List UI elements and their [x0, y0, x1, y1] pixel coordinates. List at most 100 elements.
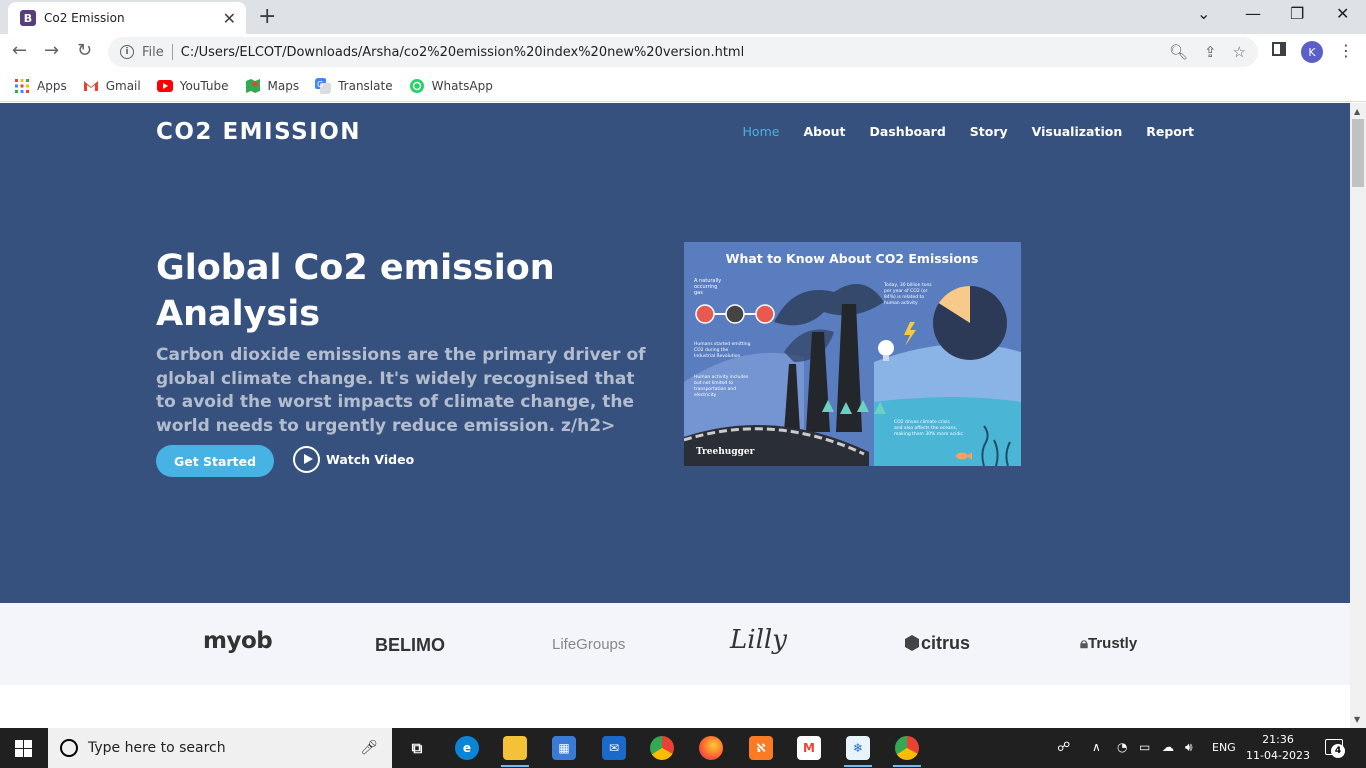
- minimize-icon[interactable]: —: [1245, 4, 1261, 23]
- chrome-icon[interactable]: [650, 736, 674, 760]
- url-scheme: File: [142, 44, 164, 60]
- microsoft-store-icon[interactable]: ▦: [552, 736, 576, 760]
- whatsapp-icon: [409, 78, 424, 93]
- edge-icon[interactable]: e: [455, 736, 479, 760]
- taskbar-clock[interactable]: 21:36 11-04-2023: [1246, 732, 1310, 764]
- nav-link-story[interactable]: Story: [970, 124, 1008, 139]
- tab-title: Co2 Emission: [44, 11, 125, 25]
- new-tab-icon[interactable]: +: [258, 4, 276, 29]
- wifi-icon[interactable]: ◔: [1117, 740, 1127, 754]
- tab-close-icon[interactable]: ✕: [223, 9, 236, 28]
- restore-icon[interactable]: ❐: [1290, 4, 1304, 23]
- bookmark-label: Gmail: [105, 78, 141, 93]
- bookmark-star-icon[interactable]: ☆: [1233, 43, 1246, 61]
- share-icon[interactable]: ⇪: [1204, 43, 1217, 61]
- client-logo-trustly-label: Trustly: [1087, 635, 1138, 652]
- watch-video-label: Watch Video: [326, 452, 415, 467]
- gmail-app-icon[interactable]: M: [797, 736, 821, 760]
- tab-search-chevron-icon[interactable]: ⌄: [1197, 4, 1210, 23]
- client-logo-belimo[interactable]: BELIMO: [375, 635, 445, 656]
- translate-icon: G: [315, 77, 332, 94]
- notification-count-badge: 4: [1331, 744, 1345, 758]
- client-logo-citrus-label: citrus: [921, 633, 971, 653]
- bookmark-whatsapp[interactable]: WhatsApp: [409, 78, 493, 94]
- maps-icon: [245, 78, 260, 93]
- scrollbar-thumb[interactable]: [1352, 119, 1364, 187]
- task-view-icon[interactable]: ⧉: [405, 736, 429, 760]
- bookmark-maps[interactable]: Maps: [245, 78, 299, 94]
- reload-icon[interactable]: ↻: [77, 40, 92, 61]
- url-text[interactable]: C:/Users/ELCOT/Downloads/Arsha/co2%20emi…: [181, 45, 1153, 60]
- bookmark-translate[interactable]: G Translate: [315, 77, 393, 94]
- side-panel-icon[interactable]: [1272, 42, 1286, 56]
- apps-grid-icon: [15, 78, 29, 93]
- browser-tab-bar: B Co2 Emission ✕ + ⌄ — ❐ ✕: [0, 0, 1366, 34]
- site-logo[interactable]: CO2 EMISSION: [156, 119, 361, 145]
- mail-icon[interactable]: ✉: [602, 736, 626, 760]
- file-explorer-active-indicator: [501, 765, 529, 767]
- lock-icon: 🔒︎: [1080, 635, 1088, 652]
- back-icon[interactable]: ←: [12, 40, 27, 61]
- nav-link-home[interactable]: Home: [743, 124, 780, 139]
- client-logo-lilly[interactable]: Lilly: [730, 625, 787, 655]
- bootstrap-favicon-icon: B: [20, 10, 36, 26]
- scroll-down-arrow-icon[interactable]: ▼: [1354, 715, 1360, 724]
- search-placeholder: Type here to search: [88, 740, 226, 756]
- hero-subtitle: Carbon dioxide emissions are the primary…: [156, 345, 646, 436]
- nav-link-about[interactable]: About: [803, 124, 845, 139]
- bookmark-label: WhatsApp: [431, 78, 493, 93]
- nav-link-visualization[interactable]: Visualization: [1032, 124, 1123, 139]
- watch-video-button[interactable]: Watch Video: [293, 446, 414, 473]
- page-scrollbar[interactable]: ▲ ▼: [1350, 103, 1366, 728]
- nav-link-report[interactable]: Report: [1146, 124, 1194, 139]
- bookmarks-bar: Apps Gmail YouTube Maps G Translate What…: [0, 70, 1366, 102]
- chrome-profile-icon[interactable]: [895, 736, 919, 760]
- taskbar-search-box[interactable]: Type here to search 🎤︎: [48, 728, 392, 768]
- zoom-icon[interactable]: 🔍︎: [1169, 43, 1188, 61]
- windows-start-icon[interactable]: [15, 740, 32, 757]
- bookmark-youtube[interactable]: YouTube: [156, 78, 229, 94]
- file-explorer-icon[interactable]: [503, 736, 527, 760]
- get-started-button[interactable]: Get Started: [156, 445, 274, 477]
- info-icon[interactable]: i: [120, 45, 134, 59]
- profile-avatar[interactable]: K: [1301, 41, 1323, 63]
- client-logo-lifegroups[interactable]: LifeGroups: [552, 636, 625, 653]
- bookmark-label: Apps: [37, 78, 67, 93]
- xampp-icon[interactable]: ℵ: [749, 736, 773, 760]
- client-logo-citrus[interactable]: citrus: [905, 633, 970, 654]
- microphone-icon[interactable]: 🎤︎: [360, 740, 378, 756]
- cortana-ring-icon: [60, 739, 78, 757]
- clients-section: myob BELIMO LifeGroups Lilly citrus 🔒︎Tr…: [0, 603, 1350, 685]
- hero-title: Global Co2 emission Analysis: [156, 248, 555, 334]
- bookmark-apps[interactable]: Apps: [14, 78, 67, 94]
- battery-icon[interactable]: ▭: [1139, 740, 1150, 754]
- onedrive-icon[interactable]: ☁: [1162, 740, 1174, 754]
- client-logo-myob[interactable]: myob: [203, 628, 273, 654]
- browser-tab[interactable]: B Co2 Emission ✕: [8, 2, 246, 34]
- snip-tool-icon[interactable]: ❄: [846, 736, 870, 760]
- youtube-icon: [156, 79, 173, 92]
- play-circle-icon: [293, 446, 320, 473]
- show-hidden-icons-chevron-icon[interactable]: ∧: [1092, 740, 1101, 754]
- co2-infographic: What to Know About CO2 Emissions A natur…: [684, 242, 1021, 466]
- scroll-up-arrow-icon[interactable]: ▲: [1354, 107, 1360, 116]
- nav-link-dashboard[interactable]: Dashboard: [870, 124, 946, 139]
- co2-molecule-icon: [695, 304, 775, 324]
- menu-kebab-icon[interactable]: ⋮: [1338, 41, 1354, 60]
- url-divider: [171, 44, 173, 60]
- close-window-icon[interactable]: ✕: [1336, 4, 1349, 23]
- client-logo-trustly[interactable]: 🔒︎Trustly: [1080, 635, 1137, 652]
- address-bar[interactable]: i File C:/Users/ELCOT/Downloads/Arsha/co…: [108, 37, 1258, 67]
- infographic-brand: Treehugger: [696, 447, 755, 457]
- citrus-hex-icon: [905, 635, 919, 651]
- volume-icon[interactable]: 🔊︎: [1185, 740, 1193, 755]
- svg-text:G: G: [317, 80, 323, 89]
- forward-icon[interactable]: →: [44, 40, 59, 61]
- people-icon[interactable]: ☍: [1057, 740, 1070, 755]
- bookmark-gmail[interactable]: Gmail: [83, 78, 141, 94]
- browser-toolbar: ← → ↻ i File C:/Users/ELCOT/Downloads/Ar…: [0, 34, 1366, 70]
- firefox-icon[interactable]: [699, 736, 723, 760]
- bookmark-label: Translate: [338, 78, 393, 93]
- gmail-icon: [83, 80, 98, 91]
- language-indicator[interactable]: ENG: [1212, 741, 1236, 754]
